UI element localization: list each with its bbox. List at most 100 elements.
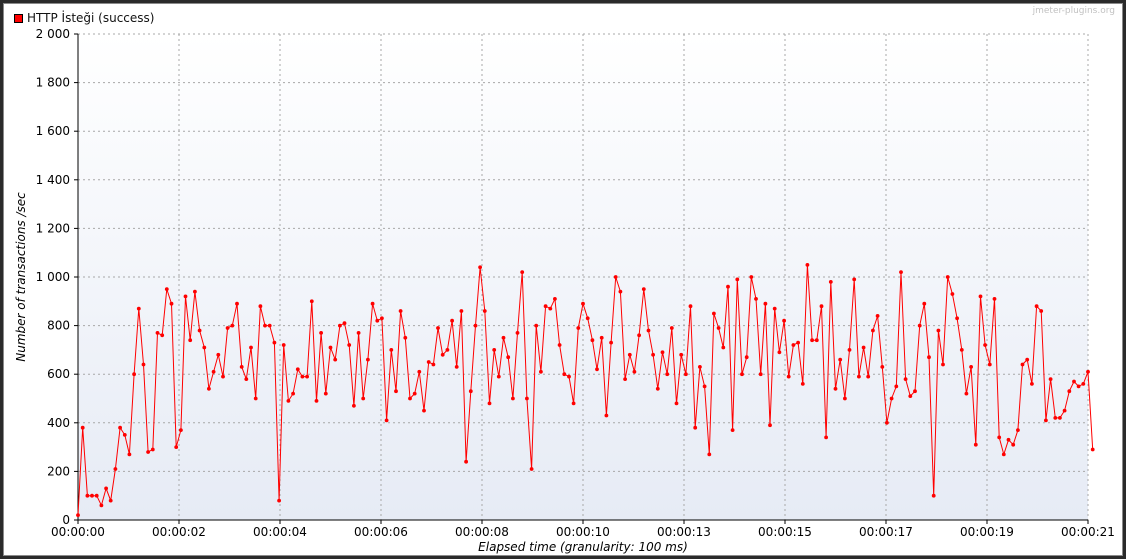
data-point — [1016, 428, 1020, 432]
data-point — [973, 442, 978, 447]
data-point — [239, 365, 244, 369]
data-point — [749, 275, 754, 279]
data-point — [721, 345, 726, 350]
data-point — [698, 365, 702, 369]
data-point — [333, 357, 338, 362]
data-point — [235, 301, 239, 306]
data-point — [104, 486, 108, 491]
data-point — [468, 389, 473, 394]
data-point — [899, 270, 903, 274]
data-point — [632, 369, 637, 374]
data-point — [525, 396, 529, 401]
data-point — [146, 450, 151, 454]
data-point — [641, 287, 646, 291]
data-point — [712, 311, 716, 316]
data-point — [249, 345, 253, 350]
data-point — [417, 369, 422, 374]
data-point — [894, 384, 899, 389]
data-point — [440, 352, 445, 357]
data-point — [454, 365, 459, 369]
data-point — [132, 372, 137, 377]
data-point — [445, 348, 450, 352]
data-point — [174, 445, 179, 449]
data-point — [408, 396, 412, 401]
data-point — [1006, 437, 1011, 442]
data-point — [426, 360, 431, 364]
x-tick-label: 00:00:08 — [455, 525, 509, 539]
data-point — [431, 362, 436, 367]
data-point — [702, 384, 707, 389]
data-point — [772, 306, 777, 311]
data-point — [76, 513, 80, 517]
data-point — [903, 377, 908, 381]
data-point — [847, 348, 852, 352]
data-point — [258, 304, 263, 309]
data-point — [356, 331, 361, 335]
y-tick-label: 800 — [47, 319, 70, 333]
data-point — [623, 377, 627, 381]
data-point — [520, 270, 525, 274]
data-point — [871, 328, 875, 333]
data-point — [286, 399, 291, 403]
data-point — [183, 294, 188, 299]
data-point — [1034, 304, 1039, 309]
data-point — [875, 314, 880, 318]
data-point — [193, 289, 197, 294]
data-point — [384, 418, 389, 423]
data-point — [637, 333, 641, 338]
data-point — [539, 369, 543, 374]
y-tick-label: 1 600 — [36, 124, 70, 138]
data-point — [684, 372, 688, 377]
data-point — [136, 306, 141, 311]
data-point — [889, 396, 894, 401]
data-point — [927, 355, 931, 360]
data-point — [987, 362, 992, 367]
data-point — [1062, 408, 1067, 413]
data-point — [1011, 442, 1016, 447]
data-point — [478, 265, 482, 270]
data-point — [338, 323, 342, 328]
data-point — [735, 277, 740, 282]
data-point — [613, 275, 618, 279]
data-point — [281, 343, 286, 347]
data-point — [548, 306, 553, 311]
data-point — [328, 345, 333, 350]
data-point — [562, 372, 567, 377]
y-tick-label: 400 — [47, 416, 70, 430]
data-point — [295, 367, 300, 372]
data-point — [225, 326, 230, 330]
data-point — [1025, 357, 1030, 362]
data-point — [843, 396, 847, 401]
data-point — [609, 340, 613, 345]
data-point — [604, 413, 609, 418]
data-point — [824, 435, 828, 440]
data-point — [309, 299, 314, 304]
data-point — [810, 338, 814, 343]
data-point — [277, 498, 281, 503]
data-point — [99, 503, 104, 508]
data-point — [473, 323, 478, 328]
data-point — [964, 391, 969, 396]
data-point — [1020, 362, 1025, 367]
data-point — [211, 369, 216, 374]
data-point — [945, 275, 950, 279]
data-point — [380, 316, 384, 321]
data-point — [1086, 369, 1090, 374]
data-point — [347, 343, 352, 347]
data-point — [969, 365, 973, 369]
data-point — [263, 323, 267, 328]
data-point — [160, 333, 165, 338]
data-point — [291, 391, 295, 396]
data-point — [487, 401, 492, 406]
y-tick-label: 1 800 — [36, 76, 70, 90]
data-point — [450, 318, 454, 323]
data-point — [857, 374, 861, 379]
y-axis-title: Number of transactions /sec — [14, 192, 28, 362]
y-tick-label: 600 — [47, 367, 70, 381]
data-point — [515, 331, 520, 335]
data-point — [305, 374, 309, 379]
data-point — [253, 396, 258, 401]
data-point — [375, 318, 380, 323]
x-tick-label: 00:00:13 — [657, 525, 711, 539]
data-point — [763, 301, 768, 306]
